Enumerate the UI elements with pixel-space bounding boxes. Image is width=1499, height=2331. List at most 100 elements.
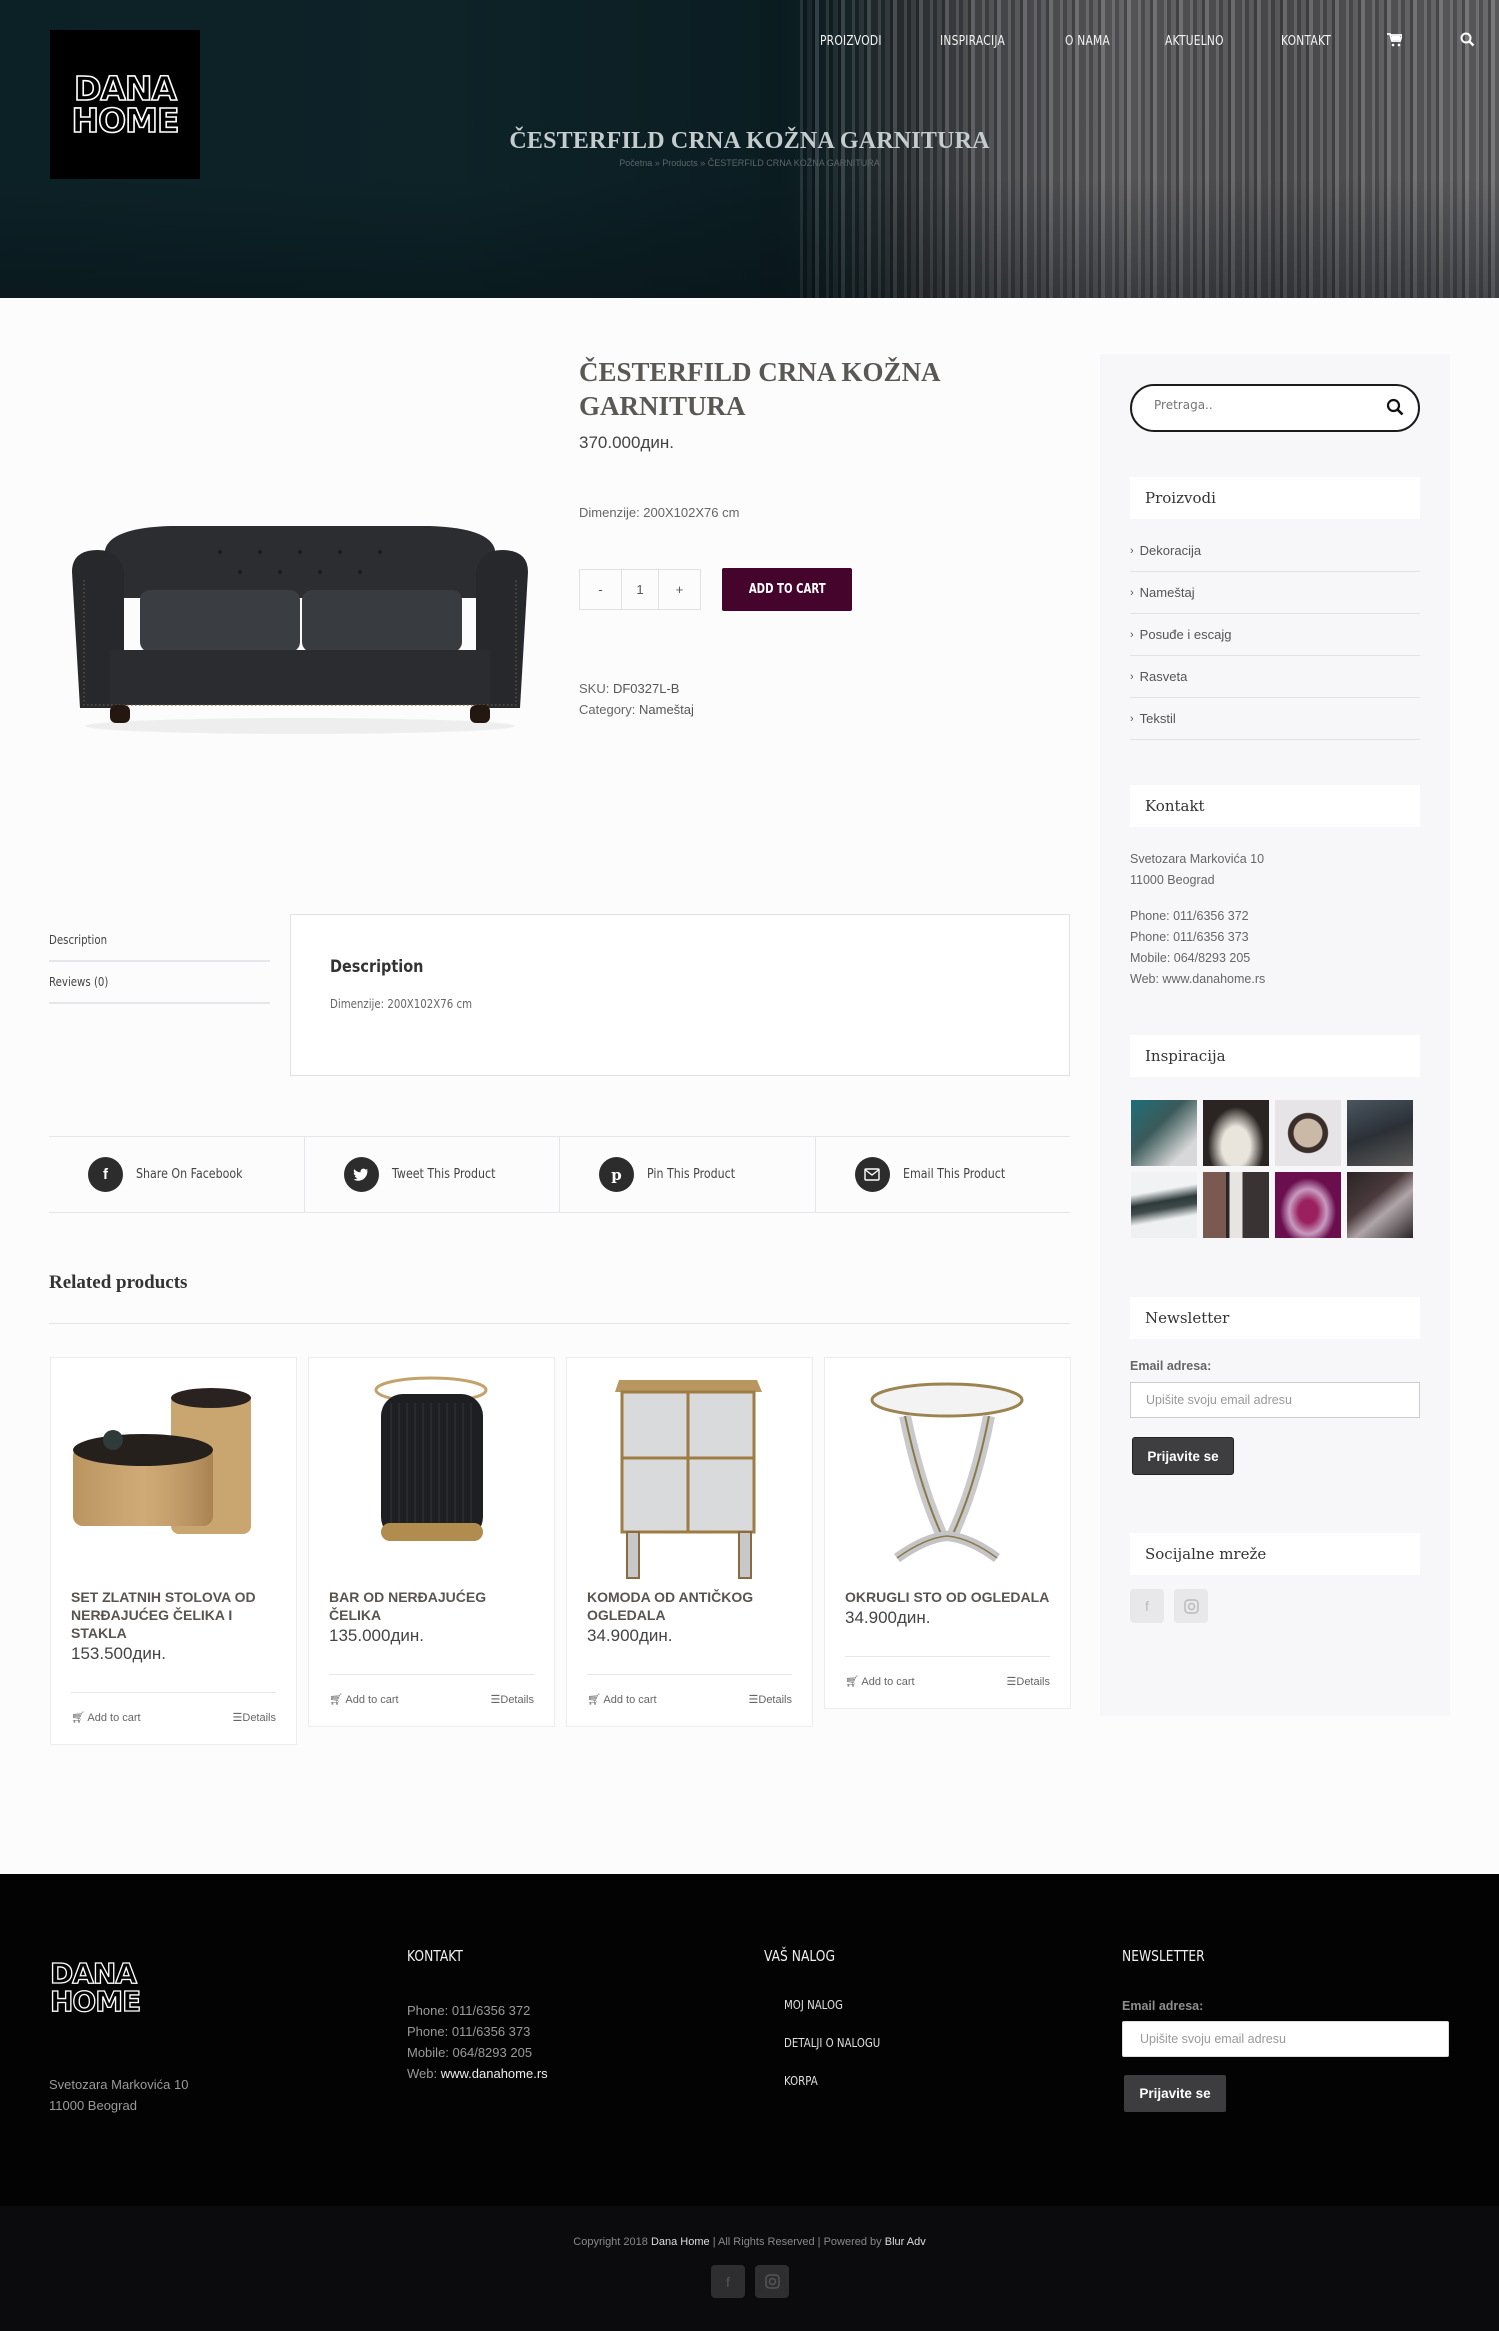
product-card-name[interactable]: BAR OD NERĐAJUĆEG ČELIKA bbox=[329, 1588, 534, 1624]
nav-item-aktuelno[interactable]: AKTUELNO bbox=[1165, 34, 1224, 49]
inspiration-image[interactable] bbox=[1275, 1172, 1341, 1238]
tab-panel-title-text: Description bbox=[330, 957, 424, 977]
inspiration-image[interactable] bbox=[1347, 1172, 1413, 1238]
footer-subscribe-button[interactable]: Prijavite se bbox=[1124, 2075, 1226, 2112]
inspiration-image[interactable] bbox=[1131, 1172, 1197, 1238]
chevron-right-icon: › bbox=[1130, 712, 1134, 725]
category-item[interactable]: › Nameštaj bbox=[1130, 572, 1420, 614]
instagram-icon[interactable] bbox=[1174, 1589, 1208, 1623]
footer-account-title: VAŠ NALOG bbox=[764, 1947, 836, 1965]
product-card-name[interactable]: KOMODA OD ANTIČKOG OGLEDALA bbox=[587, 1588, 792, 1624]
breadcrumb[interactable]: Početna » Products » ČESTERFILD CRNA KOŽ… bbox=[0, 158, 1499, 168]
facebook-icon[interactable]: f bbox=[711, 2265, 745, 2298]
inspiration-image[interactable] bbox=[1203, 1172, 1269, 1238]
related-divider bbox=[49, 1323, 1070, 1324]
inspiration-image[interactable] bbox=[1131, 1100, 1197, 1166]
inspiration-image[interactable] bbox=[1203, 1100, 1269, 1166]
nav-item-inspiracija[interactable]: INSPIRACIJA bbox=[940, 34, 1005, 49]
newsletter-subscribe-button[interactable]: Prijavite se bbox=[1132, 1437, 1234, 1475]
facebook-icon[interactable]: f bbox=[1130, 1589, 1164, 1623]
facebook-icon: f bbox=[88, 1157, 123, 1192]
share-pinterest-label: Pin This Product bbox=[647, 1167, 736, 1182]
footer-link-moj-nalog[interactable]: MOJ NALOG bbox=[784, 1998, 880, 2036]
instagram-icon[interactable] bbox=[755, 2265, 789, 2298]
product-card-price: 135.000дин. bbox=[329, 1626, 424, 1645]
quantity-input[interactable]: 1 bbox=[621, 570, 659, 609]
card-details-link[interactable]: ☰Details bbox=[1007, 1675, 1051, 1688]
phone-2: Phone: 011/6356 373 bbox=[1130, 930, 1249, 944]
category-label: Tekstil bbox=[1139, 711, 1176, 726]
phone-1: Phone: 011/6356 372 bbox=[1130, 909, 1249, 923]
inspiration-image[interactable] bbox=[1275, 1100, 1341, 1166]
category-item[interactable]: › Posuđe i escajg bbox=[1130, 614, 1420, 656]
card-add-to-cart-link[interactable]: 🛒︎ Add to cart bbox=[845, 1675, 915, 1688]
category-label: Category: bbox=[579, 702, 636, 717]
tab-reviews[interactable]: Reviews (0) bbox=[49, 962, 270, 1004]
newsletter-email-input[interactable]: Upišite svoju email adresu bbox=[1130, 1382, 1420, 1418]
footer-email-input[interactable]: Upišite svoju email adresu bbox=[1122, 2021, 1449, 2057]
quantity-plus-button[interactable]: + bbox=[659, 570, 700, 609]
product-card-image[interactable] bbox=[567, 1358, 812, 1588]
copyright-agency-link[interactable]: Blur Adv bbox=[885, 2236, 926, 2248]
product-card[interactable]: SET ZLATNIH STOLOVA OD NERĐAJUĆEG ČELIKA… bbox=[50, 1357, 297, 1745]
product-card-image[interactable] bbox=[51, 1358, 296, 1588]
quantity-minus-button[interactable]: - bbox=[580, 570, 621, 609]
website[interactable]: Web: www.danahome.rs bbox=[1130, 969, 1265, 990]
search-icon[interactable] bbox=[1460, 32, 1475, 50]
share-pinterest[interactable]: p Pin This Product bbox=[560, 1137, 816, 1212]
product-title: ČESTERFILD CRNA KOŽNA GARNITURA bbox=[579, 357, 940, 421]
card-add-to-cart-link[interactable]: 🛒︎ Add to cart bbox=[329, 1693, 399, 1706]
related-products-title: Related products bbox=[49, 1272, 188, 1293]
card-add-to-cart-link[interactable]: 🛒︎ Add to cart bbox=[71, 1711, 141, 1724]
card-add-to-cart-link[interactable]: 🛒︎ Add to cart bbox=[587, 1693, 657, 1706]
nav-item-o-nama[interactable]: O NAMA bbox=[1065, 34, 1110, 49]
footer-address-line-1: Svetozara Markovića 10 bbox=[49, 2077, 189, 2092]
address-line-1: Svetozara Markovića 10 bbox=[1130, 852, 1265, 866]
product-card-name[interactable]: SET ZLATNIH STOLOVA OD NERĐAJUĆEG ČELIKA… bbox=[71, 1588, 276, 1642]
card-details-link[interactable]: ☰Details bbox=[491, 1693, 535, 1706]
copyright-middle: | All Rights Reserved | Powered by bbox=[709, 2236, 885, 2248]
footer-web-label: Web: bbox=[407, 2066, 441, 2081]
category-item[interactable]: › Tekstil bbox=[1130, 698, 1420, 740]
footer-logo[interactable]: DANA HOME bbox=[49, 1959, 142, 2016]
product-card-price: 34.900дин. bbox=[845, 1608, 931, 1627]
card-details-link[interactable]: ☰Details bbox=[233, 1711, 277, 1724]
logo-line-1: DANA bbox=[73, 68, 178, 108]
search-input[interactable] bbox=[1154, 398, 1374, 412]
product-image[interactable] bbox=[50, 490, 550, 740]
email-icon bbox=[854, 1157, 890, 1192]
search-icon[interactable] bbox=[1386, 398, 1404, 421]
inspiration-image[interactable] bbox=[1347, 1100, 1413, 1166]
footer-link-korpa[interactable]: KORPA bbox=[784, 2074, 880, 2112]
copyright-brand-link[interactable]: Dana Home bbox=[651, 2236, 710, 2248]
nav-item-proizvodi[interactable]: PROIZVODI bbox=[820, 34, 882, 49]
footer-link-detalji-o-nalogu[interactable]: DETALJI O NALOGU bbox=[784, 2036, 880, 2074]
add-to-cart-button[interactable]: ADD TO CART bbox=[722, 568, 852, 611]
product-card[interactable]: BAR OD NERĐAJUĆEG ČELIKA 135.000дин. 🛒︎ … bbox=[308, 1357, 555, 1727]
nav-item-kontakt[interactable]: KONTAKT bbox=[1281, 34, 1331, 49]
tab-description[interactable]: Description bbox=[49, 920, 270, 962]
share-twitter[interactable]: Tweet This Product bbox=[305, 1137, 560, 1212]
category-item[interactable]: › Dekoracija bbox=[1130, 530, 1420, 572]
product-card-name[interactable]: OKRUGLI STO OD OGLEDALA bbox=[845, 1588, 1050, 1606]
card-details-link[interactable]: ☰Details bbox=[749, 1693, 793, 1706]
page-title: ČESTERFILD CRNA KOŽNA GARNITURA bbox=[509, 128, 990, 154]
cart-icon: 🛒︎ bbox=[71, 1712, 85, 1724]
sidebar-search bbox=[1130, 384, 1420, 432]
product-card[interactable]: OKRUGLI STO OD OGLEDALA 34.900дин. 🛒︎ Ad… bbox=[824, 1357, 1071, 1709]
category-item[interactable]: › Rasveta bbox=[1130, 656, 1420, 698]
site-logo[interactable]: DANA HOME bbox=[50, 30, 200, 179]
share-facebook[interactable]: f Share On Facebook bbox=[49, 1137, 305, 1212]
footer-web-link[interactable]: www.danahome.rs bbox=[441, 2066, 548, 2081]
widget-title-proizvodi: Proizvodi bbox=[1130, 477, 1420, 519]
product-card-actions: 🛒︎ Add to cart ☰Details bbox=[845, 1675, 1050, 1688]
product-card[interactable]: KOMODA OD ANTIČKOG OGLEDALA 34.900дин. 🛒… bbox=[566, 1357, 813, 1727]
tab-reviews-label: Reviews (0) bbox=[49, 975, 109, 989]
share-email[interactable]: Email This Product bbox=[816, 1137, 1071, 1212]
category-link[interactable]: Nameštaj bbox=[639, 702, 694, 717]
product-card-image[interactable] bbox=[309, 1358, 554, 1588]
product-card-divider bbox=[329, 1674, 534, 1675]
cart-icon[interactable] bbox=[1387, 32, 1404, 50]
product-card-image[interactable] bbox=[825, 1358, 1070, 1588]
chevron-right-icon: › bbox=[1130, 670, 1134, 683]
